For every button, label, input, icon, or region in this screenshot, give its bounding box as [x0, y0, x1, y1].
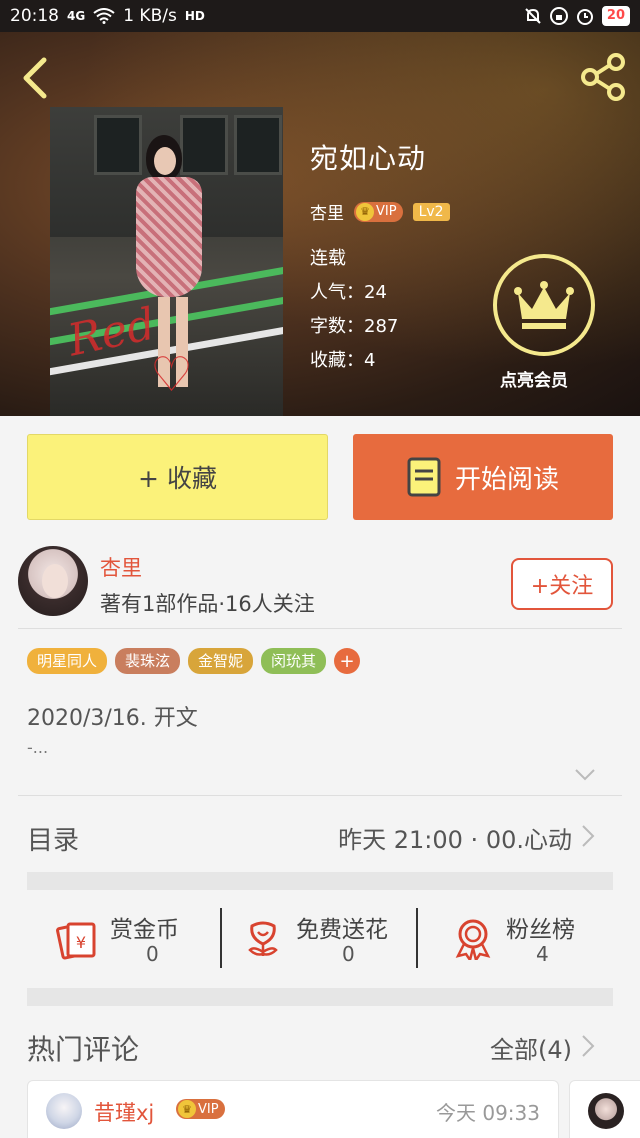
divider	[416, 908, 418, 968]
tag-item[interactable]: 裴珠泫	[115, 648, 181, 674]
tag-item[interactable]: 金智妮	[188, 648, 254, 674]
tag-list: 明星同人 裴珠泫 金智妮 闵玧其 +	[27, 648, 361, 674]
book-popularity: 人气：24	[310, 282, 387, 303]
book-title: 宛如心动	[310, 142, 427, 175]
status-bar: 20:18 4G 1 KB/s HD 20	[0, 0, 640, 32]
crown-icon	[514, 281, 574, 329]
chevron-right-icon	[582, 825, 595, 847]
tag-item[interactable]: 明星同人	[27, 648, 108, 674]
latest-chapter: 昨天 21:00 · 00.心动	[338, 826, 572, 854]
stat-label: 粉丝榜	[506, 917, 575, 943]
member-button[interactable]	[493, 254, 595, 356]
hd-indicator: HD	[184, 9, 205, 23]
share-icon[interactable]	[578, 52, 628, 102]
commenter-avatar[interactable]	[588, 1093, 624, 1129]
level-badge: Lv2	[412, 202, 450, 221]
section-separator	[27, 988, 613, 1006]
book-icon	[407, 457, 441, 497]
comment-card[interactable]: 昔瑾xj ♛ VIP 今天 09:33	[27, 1080, 559, 1138]
section-separator	[27, 872, 613, 890]
synopsis-more: -...	[27, 738, 49, 757]
author-avatar[interactable]	[18, 546, 88, 616]
start-reading-button[interactable]: 开始阅读	[353, 434, 613, 520]
divider	[18, 628, 622, 629]
table-of-contents-row[interactable]: 目录 昨天 21:00 · 00.心动	[0, 796, 640, 872]
stat-value: 4	[536, 942, 549, 966]
commenter-name[interactable]: 昔瑾xj	[94, 1097, 154, 1127]
hot-comments-title: 热门评论	[27, 1033, 140, 1066]
crown-icon: ♛	[178, 1100, 196, 1118]
start-reading-label: 开始阅读	[454, 464, 559, 495]
book-cover[interactable]: Red ♡	[50, 107, 283, 416]
add-tag-button[interactable]: +	[334, 648, 361, 674]
status-time: 20:18	[10, 6, 59, 26]
commenter-avatar[interactable]	[46, 1093, 82, 1129]
comment-card[interactable]	[569, 1080, 640, 1138]
vip-badge: ♛ VIP	[354, 201, 403, 222]
stat-label: 免费送花	[296, 917, 388, 943]
member-label: 点亮会员	[500, 371, 568, 391]
network-indicator: 4G	[67, 9, 86, 23]
book-author[interactable]: 杏里	[310, 199, 344, 224]
divider	[220, 908, 222, 968]
book-header: Red ♡ 宛如心动 杏里 ♛ VIP Lv2 连载 人气：24 字数：287 …	[0, 32, 640, 416]
mute-bell-icon	[525, 8, 541, 24]
fan-ranking-button[interactable]: 粉丝榜 4	[452, 906, 592, 974]
cover-heart: ♡	[150, 347, 194, 403]
book-word-count: 字数：287	[310, 316, 399, 337]
book-detail-content: + 收藏 开始阅读 杏里 著有1部作品·16人关注 +关注 明星同人 裴珠泫 金…	[0, 416, 640, 1138]
ribbon-medal-icon	[455, 919, 491, 960]
back-arrow-icon[interactable]	[18, 56, 52, 100]
tag-item[interactable]: 闵玧其	[261, 648, 327, 674]
svg-text:¥: ¥	[76, 933, 86, 952]
author-card: 杏里 著有1部作品·16人关注 +关注	[0, 544, 640, 628]
author-stats: 著有1部作品·16人关注	[100, 592, 315, 616]
send-flower-button[interactable]: 免费送花 0	[242, 906, 412, 974]
wifi-icon	[93, 8, 115, 24]
book-favorites: 收藏：4	[310, 350, 376, 371]
comment-time: 今天 09:33	[436, 1101, 540, 1125]
chevron-right-icon[interactable]	[581, 1034, 595, 1058]
red-envelope-icon: ¥	[56, 922, 96, 960]
lock-rotation-icon	[549, 7, 568, 25]
toc-label: 目录	[27, 826, 80, 856]
alarm-icon	[576, 9, 593, 25]
stat-value: 0	[342, 942, 355, 966]
battery-level: 20	[601, 6, 630, 26]
coin-reward-button[interactable]: ¥ 赏金币 0	[56, 906, 206, 974]
book-info: 宛如心动 杏里 ♛ VIP Lv2 连载 人气：24 字数：287 收藏：4	[310, 137, 450, 378]
synopsis-text: 2020/3/16. 开文	[27, 706, 198, 731]
reward-stats: ¥ 赏金币 0 免费送花 0 粉丝榜 4	[0, 906, 640, 974]
vip-badge: ♛ VIP	[176, 1099, 225, 1119]
network-speed: 1 KB/s	[123, 6, 177, 26]
follow-button[interactable]: +关注	[511, 558, 613, 610]
author-name[interactable]: 杏里	[100, 552, 142, 582]
collect-button[interactable]: + 收藏	[27, 434, 328, 520]
all-comments-link[interactable]: 全部(4)	[490, 1030, 572, 1065]
chevron-down-icon[interactable]	[574, 768, 596, 782]
crown-icon: ♛	[356, 202, 374, 221]
vip-label: VIP	[198, 1101, 219, 1117]
stat-label: 赏金币	[110, 917, 179, 943]
stat-value: 0	[146, 942, 159, 966]
vip-label: VIP	[376, 204, 397, 219]
book-status: 连载	[310, 248, 346, 269]
flower-icon	[248, 921, 278, 956]
